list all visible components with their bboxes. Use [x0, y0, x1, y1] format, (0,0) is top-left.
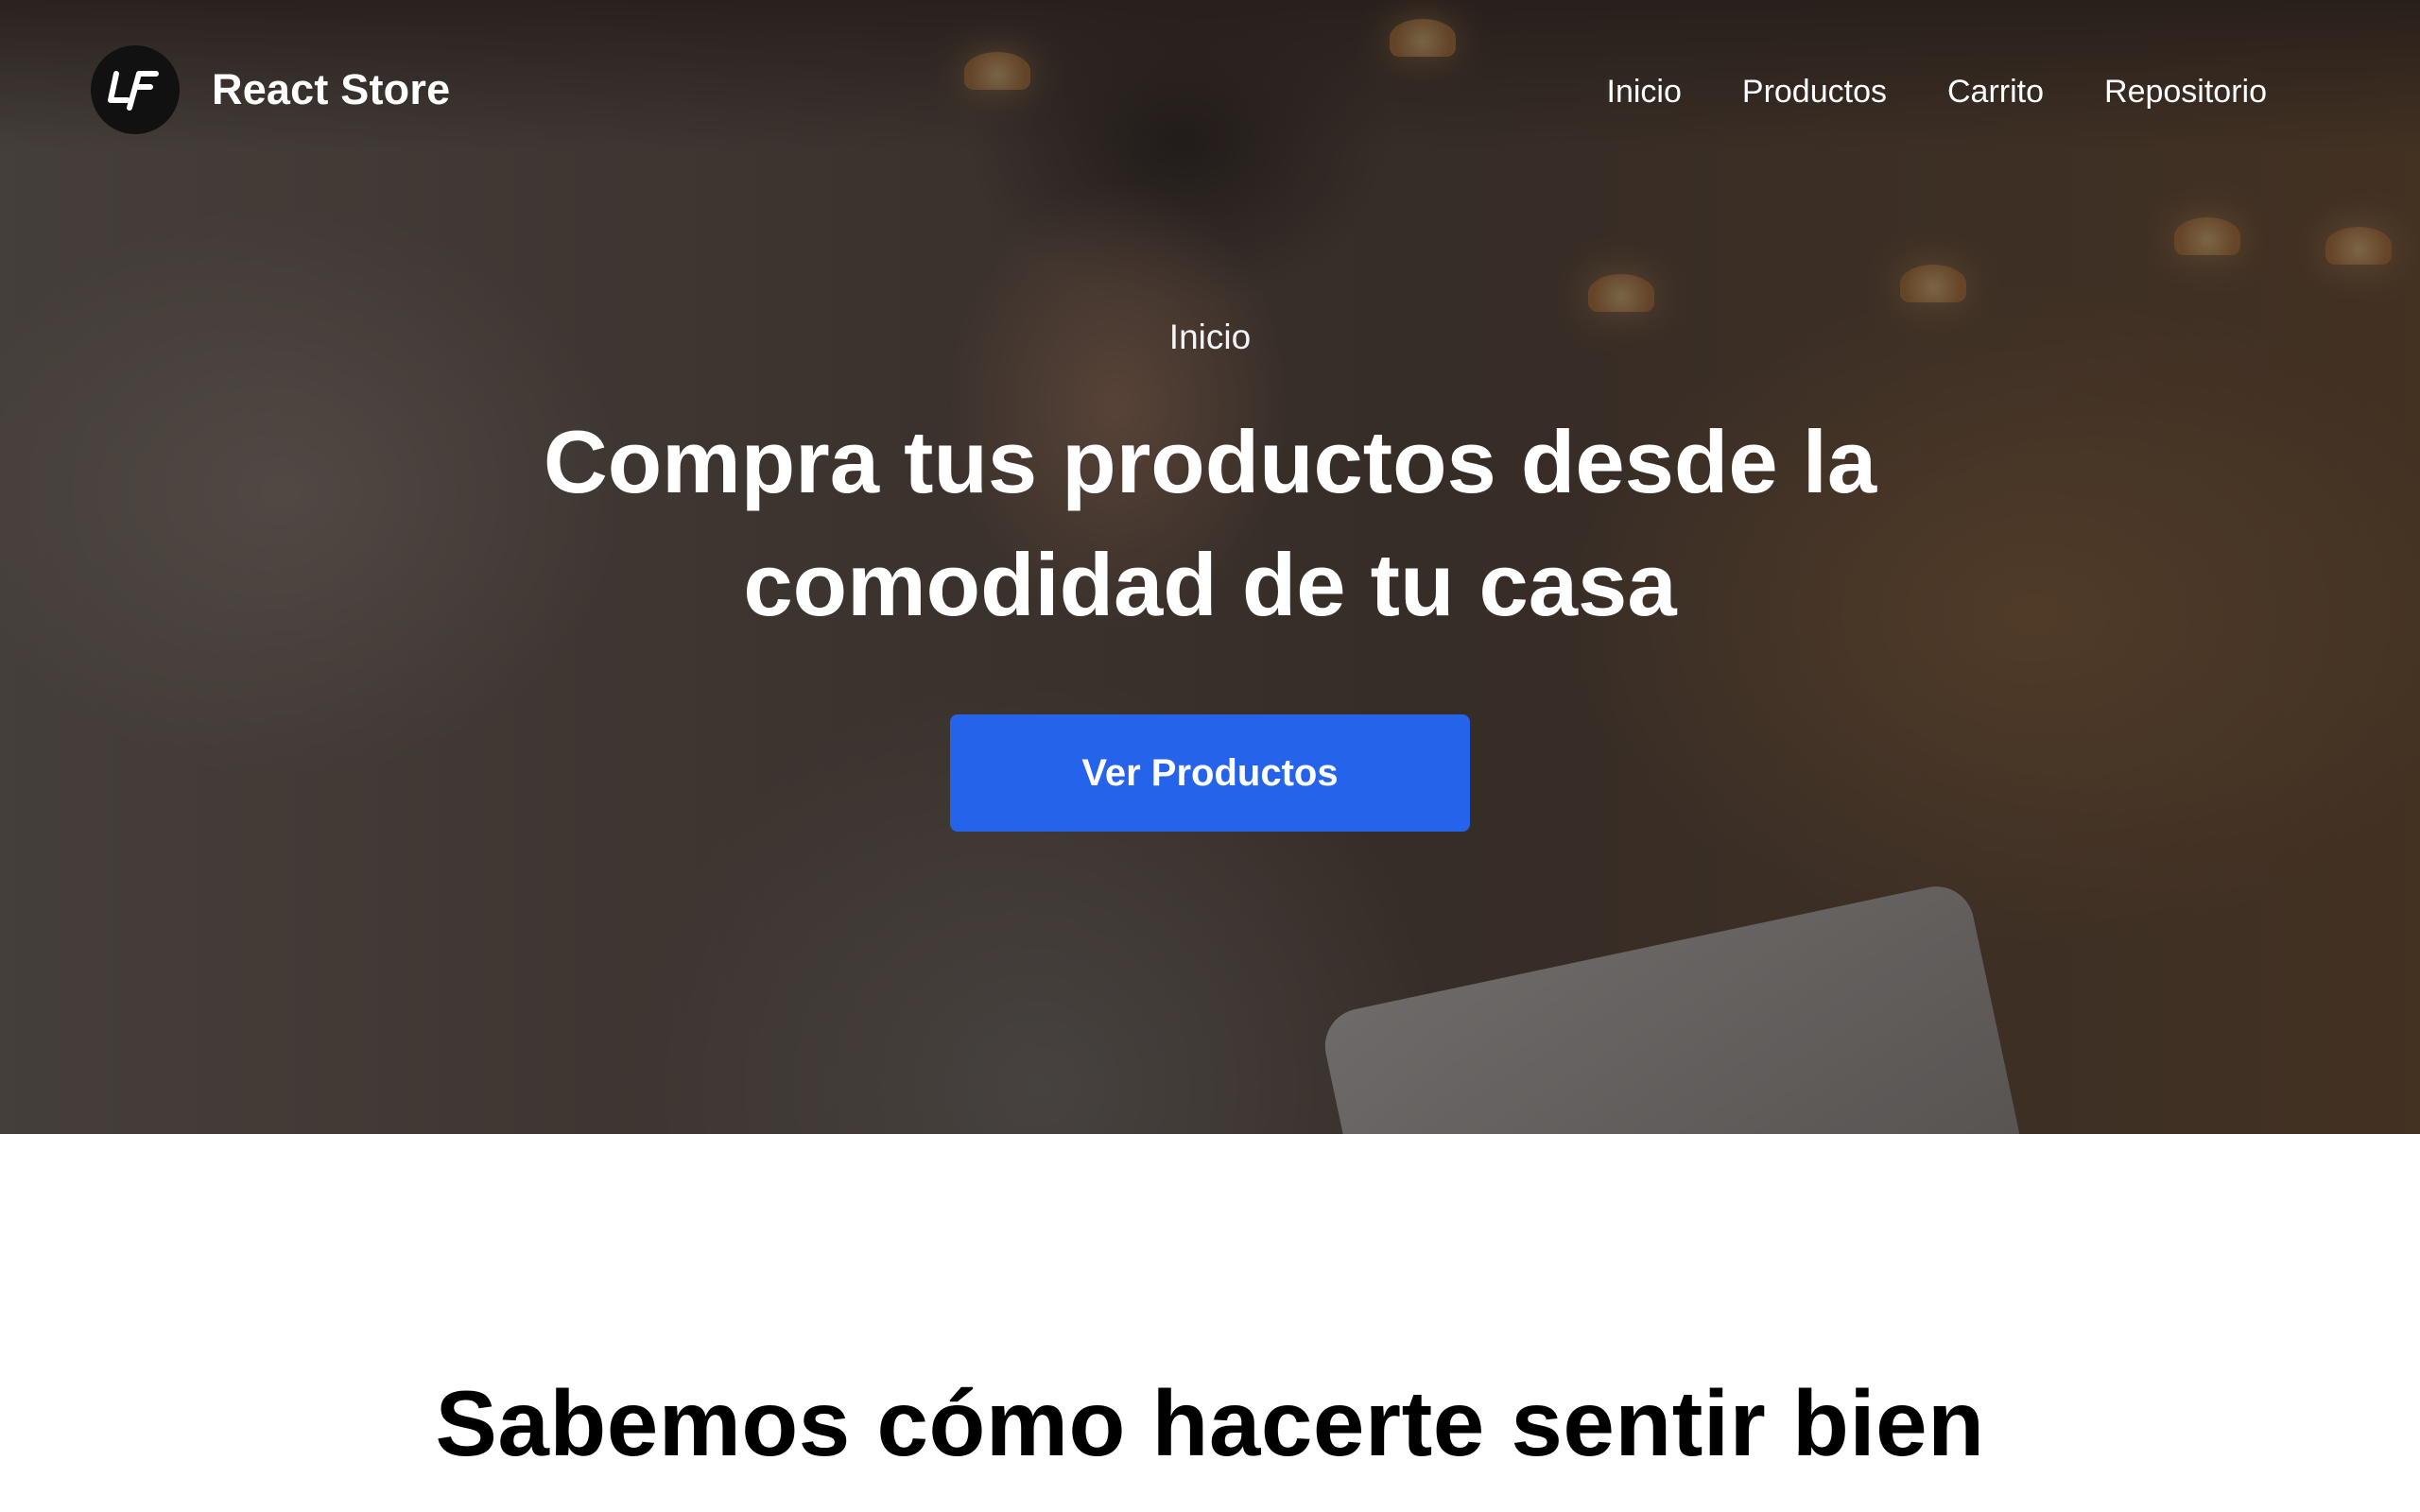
navbar: React Store Inicio Productos Carrito Rep… — [0, 0, 2420, 189]
features-section: Sabemos cómo hacerte sentir bien — [0, 1134, 2420, 1512]
hero-title: Compra tus productos desde la comodidad … — [543, 412, 1877, 634]
hero-content: Inicio Compra tus productos desde la com… — [0, 318, 2420, 832]
brand-name: React Store — [212, 65, 451, 113]
nav-link-productos[interactable]: Productos — [1742, 74, 1887, 111]
hero-section: React Store Inicio Productos Carrito Rep… — [0, 0, 2420, 1134]
section-title: Sabemos cómo hacerte sentir bien — [435, 1371, 1985, 1475]
brand-link[interactable]: React Store — [91, 45, 450, 134]
nav-link-repositorio[interactable]: Repositorio — [2104, 74, 2267, 111]
ver-productos-button[interactable]: Ver Productos — [950, 714, 1470, 832]
nav-link-carrito[interactable]: Carrito — [1947, 74, 2044, 111]
nav-links: Inicio Productos Carrito Repositorio — [1607, 74, 2267, 111]
nav-link-inicio[interactable]: Inicio — [1607, 74, 1682, 111]
lf-logo-icon — [91, 45, 180, 134]
hero-eyebrow: Inicio — [1168, 318, 1252, 356]
